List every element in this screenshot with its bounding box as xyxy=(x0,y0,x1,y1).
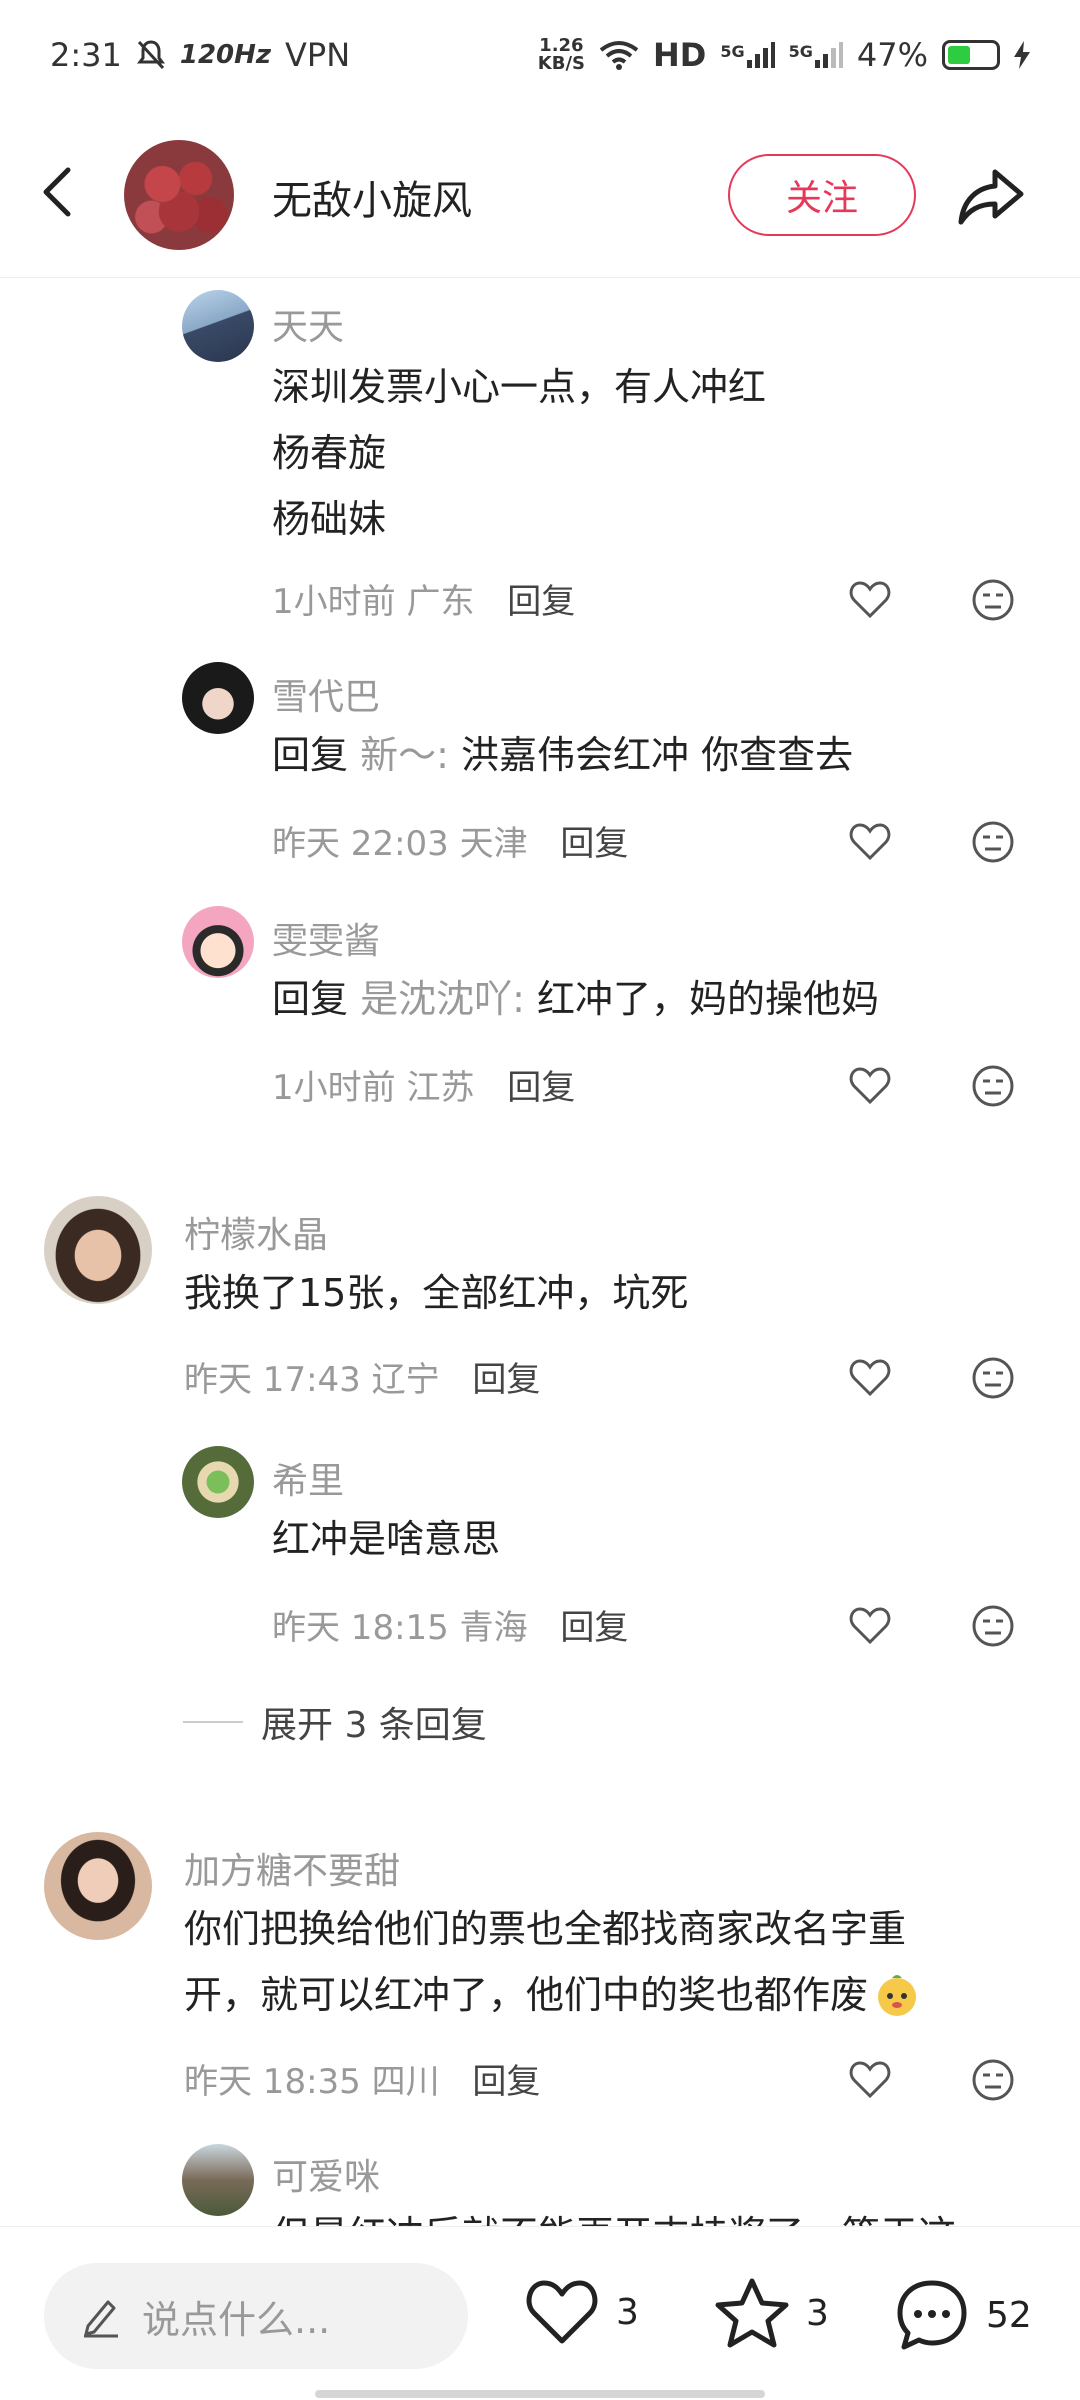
comment-author[interactable]: 希里 xyxy=(272,1452,344,1504)
dislike-face-icon[interactable] xyxy=(971,820,1015,864)
comment-count: 52 xyxy=(986,2294,1032,2336)
comment-time: 昨天 22:03 xyxy=(272,824,449,864)
comment-location: 江苏 xyxy=(406,1068,475,1108)
comment-text: 深圳发票小心一点，有人冲红 杨春旋 杨础妹 xyxy=(272,365,767,541)
comment-meta: 昨天 22:03 天津 回复 xyxy=(272,816,628,865)
comment-time: 昨天 18:15 xyxy=(272,1608,449,1648)
bottom-action-bar: 说点什么... 3 3 52 xyxy=(0,2226,1080,2400)
comment-text: 我换了15张，全部红冲，坑死 xyxy=(184,1271,689,1315)
heart-icon[interactable] xyxy=(848,820,892,864)
comment-author[interactable]: 天天 xyxy=(272,298,344,350)
comment-input[interactable]: 说点什么... xyxy=(44,2263,468,2369)
battery-level xyxy=(948,46,970,64)
comment-meta: 昨天 17:43 辽宁 回复 xyxy=(184,1352,540,1401)
post-header: 无敌小旋风 关注 xyxy=(0,110,1080,278)
author-avatar[interactable] xyxy=(124,140,234,250)
reply-button[interactable]: 回复 xyxy=(472,1360,540,1400)
like-button[interactable]: 3 xyxy=(524,2277,639,2347)
avatar[interactable] xyxy=(182,1446,254,1518)
dislike-face-icon[interactable] xyxy=(971,2058,1015,2102)
hd-label: HD xyxy=(653,36,707,74)
comment-text: 你们把换给他们的票也全都找商家改名字重 开，就可以红冲了，他们中的奖也都作废 xyxy=(184,1896,920,2028)
comment-meta: 昨天 18:15 青海 回复 xyxy=(272,1600,628,1649)
heart-icon[interactable] xyxy=(848,1356,892,1400)
signal-bars-icon xyxy=(814,42,843,68)
heart-icon[interactable] xyxy=(848,578,892,622)
pencil-icon xyxy=(84,2300,118,2338)
heart-icon[interactable] xyxy=(848,1604,892,1648)
avatar[interactable] xyxy=(182,906,254,978)
expand-divider xyxy=(183,1721,243,1723)
comment-location: 天津 xyxy=(459,824,528,864)
dislike-face-icon[interactable] xyxy=(971,1064,1015,1108)
avatar[interactable] xyxy=(182,662,254,734)
favorite-count: 3 xyxy=(806,2292,829,2334)
author-name[interactable]: 无敌小旋风 xyxy=(272,168,472,226)
expand-replies-button[interactable]: 展开 3 条回复 xyxy=(183,1696,487,1748)
comment-location: 辽宁 xyxy=(371,1360,440,1400)
heart-icon[interactable] xyxy=(848,2058,892,2102)
comment-meta: 1小时前 江苏 回复 xyxy=(272,1060,575,1109)
reply-button[interactable]: 回复 xyxy=(472,2062,540,2102)
comment-time: 1小时前 xyxy=(272,582,396,622)
vpn-label: VPN xyxy=(285,36,351,74)
signal-5g-1: 5G xyxy=(720,42,775,68)
reply-button[interactable]: 回复 xyxy=(507,582,575,622)
star-icon xyxy=(715,2278,789,2348)
favorite-button[interactable]: 3 xyxy=(714,2277,829,2349)
avatar[interactable] xyxy=(182,290,254,362)
reply-target[interactable]: 新～: xyxy=(360,733,449,777)
avatar[interactable] xyxy=(182,2144,254,2216)
comment-author[interactable]: 雪代巴 xyxy=(272,668,380,720)
emoji-icon xyxy=(878,1975,917,2016)
comment-input-placeholder: 说点什么... xyxy=(142,2297,331,2342)
comment-location: 青海 xyxy=(459,1608,528,1648)
reply-button[interactable]: 回复 xyxy=(560,1608,628,1648)
refresh-rate: 120Hz xyxy=(179,40,272,70)
home-indicator[interactable] xyxy=(315,2390,765,2398)
comment-list[interactable]: 天天 深圳发票小心一点，有人冲红 杨春旋 杨础妹 1小时前 广东 回复 雪代巴 … xyxy=(0,278,1080,2226)
signal-5g-2: 5G xyxy=(789,42,843,68)
comments-button[interactable]: 52 xyxy=(894,2277,1032,2353)
like-count: 3 xyxy=(616,2291,639,2333)
chat-bubble-icon xyxy=(897,2280,967,2350)
comment-location: 广东 xyxy=(406,582,475,622)
battery-percent: 47% xyxy=(856,36,928,74)
comment-text: 回复 新～: 洪嘉伟会红冲 你查查去 xyxy=(272,733,854,777)
comment-author[interactable]: 雯雯酱 xyxy=(272,912,380,964)
battery-icon xyxy=(942,40,1000,70)
dislike-face-icon[interactable] xyxy=(971,1604,1015,1648)
comment-author[interactable]: 加方糖不要甜 xyxy=(184,1842,400,1894)
comment-time: 昨天 18:35 xyxy=(184,2062,361,2102)
comment-text: 红冲是啥意思 xyxy=(272,1517,501,1561)
comment-time: 昨天 17:43 xyxy=(184,1360,361,1400)
comment-meta: 昨天 18:35 四川 回复 xyxy=(184,2054,540,2103)
signal-bars-icon xyxy=(746,42,775,68)
wifi-icon xyxy=(599,41,639,70)
share-icon[interactable] xyxy=(955,160,1027,232)
dislike-face-icon[interactable] xyxy=(971,1356,1015,1400)
comment-text: 回复 是沈沈吖: 红冲了，妈的操他妈 xyxy=(272,977,880,1021)
comment-location: 四川 xyxy=(371,2062,440,2102)
reply-button[interactable]: 回复 xyxy=(507,1068,575,1108)
network-speed: 1.26 KB/S xyxy=(537,35,585,74)
reply-target[interactable]: 是沈沈吖: xyxy=(360,977,525,1021)
comment-time: 1小时前 xyxy=(272,1068,396,1108)
comment-meta: 1小时前 广东 回复 xyxy=(272,574,575,623)
heart-icon xyxy=(526,2280,598,2344)
charging-icon xyxy=(1014,41,1030,69)
avatar[interactable] xyxy=(44,1832,152,1940)
status-time: 2:31 xyxy=(50,36,122,74)
heart-icon[interactable] xyxy=(848,1064,892,1108)
comment-author[interactable]: 柠檬水晶 xyxy=(184,1206,328,1258)
reply-button[interactable]: 回复 xyxy=(560,824,628,864)
status-bar: 2:31 120Hz VPN 1.26 KB/S HD 5G 5G 47% xyxy=(0,0,1080,110)
avatar[interactable] xyxy=(44,1196,152,1304)
comment-author[interactable]: 可爱咪 xyxy=(272,2148,380,2200)
dislike-face-icon[interactable] xyxy=(971,578,1015,622)
bell-muted-icon xyxy=(136,40,165,70)
follow-button[interactable]: 关注 xyxy=(728,154,916,236)
back-arrow-icon[interactable] xyxy=(30,162,90,222)
comment-text: 但是红冲后就不能再开支持奖了，等于这 xyxy=(272,2202,956,2226)
